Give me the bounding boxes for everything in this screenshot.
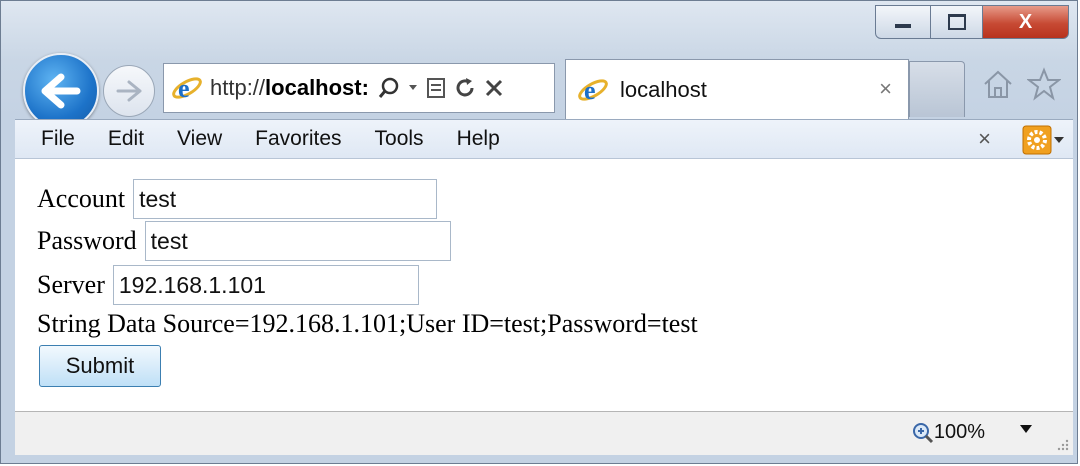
page-content: Account test Password test Server 192.16… — [15, 159, 1073, 411]
address-bar[interactable]: e http://localhost: — [163, 63, 555, 113]
ie-logo-icon: e — [578, 76, 608, 105]
menu-close-icon[interactable]: × — [978, 126, 991, 152]
ie-logo-icon: e — [172, 74, 202, 103]
zoom-level: 100% — [933, 421, 985, 443]
password-row: Password test — [37, 221, 451, 261]
account-input[interactable]: test — [133, 179, 438, 219]
minimize-button[interactable] — [875, 5, 931, 39]
server-label: Server — [37, 270, 105, 299]
zoom-control[interactable]: 100% — [912, 421, 985, 444]
connection-string-text: String Data Source=192.168.1.101;User ID… — [37, 309, 698, 338]
menu-tools[interactable]: Tools — [375, 127, 424, 151]
refresh-icon[interactable] — [454, 77, 476, 99]
maximize-button[interactable] — [931, 5, 983, 39]
password-label: Password — [37, 226, 137, 255]
server-input[interactable]: 192.168.1.101 — [112, 265, 419, 305]
gear-icon — [1022, 125, 1052, 155]
back-button[interactable] — [23, 53, 99, 129]
favorites-star-icon[interactable] — [1027, 67, 1061, 101]
gear-dropdown-icon — [1054, 137, 1064, 143]
browser-window: X e http://localhost: e localhost × File… — [0, 0, 1078, 464]
account-label: Account — [37, 184, 126, 213]
tab-close-icon[interactable]: × — [879, 76, 892, 102]
search-dropdown-icon[interactable] — [408, 84, 418, 92]
stop-icon[interactable] — [484, 78, 504, 98]
menu-edit[interactable]: Edit — [108, 127, 144, 151]
url-host: localhost: — [265, 75, 369, 100]
zoom-icon — [912, 422, 933, 443]
window-caption-buttons: X — [875, 5, 1069, 39]
url-text[interactable]: http://localhost: — [210, 75, 370, 101]
svg-text:e: e — [584, 76, 596, 105]
back-icon — [41, 73, 81, 109]
menu-bar: File Edit View Favorites Tools Help × — [15, 119, 1073, 159]
server-row: Server 192.168.1.101 — [37, 265, 419, 305]
close-window-label: X — [1018, 10, 1033, 33]
menu-help[interactable]: Help — [457, 127, 500, 151]
forward-icon — [116, 80, 142, 102]
tab-title: localhost — [620, 76, 707, 102]
compat-view-icon[interactable] — [426, 77, 446, 99]
password-input[interactable]: test — [144, 221, 451, 261]
menu-view[interactable]: View — [177, 127, 222, 151]
maximize-icon — [947, 14, 966, 30]
toolbar-right — [981, 67, 1061, 101]
minimize-icon — [895, 24, 911, 28]
tab-localhost[interactable]: e localhost × — [565, 59, 909, 119]
resize-grip-icon[interactable] — [1055, 437, 1069, 451]
forward-button[interactable] — [103, 65, 155, 117]
submit-button[interactable]: Submit — [39, 345, 161, 387]
menu-file[interactable]: File — [41, 127, 75, 151]
zoom-dropdown-icon[interactable] — [1019, 424, 1033, 434]
menu-favorites[interactable]: Favorites — [255, 127, 341, 151]
tools-gear-button[interactable] — [1021, 124, 1065, 156]
account-row: Account test — [37, 179, 438, 219]
close-window-button[interactable]: X — [983, 5, 1069, 39]
search-icon[interactable] — [378, 77, 400, 99]
status-bar: 100% — [15, 411, 1073, 455]
address-tools — [378, 77, 504, 99]
url-scheme: http:// — [210, 75, 266, 100]
svg-text:e: e — [178, 74, 190, 103]
home-icon[interactable] — [981, 67, 1015, 101]
new-tab-button[interactable] — [909, 61, 965, 117]
